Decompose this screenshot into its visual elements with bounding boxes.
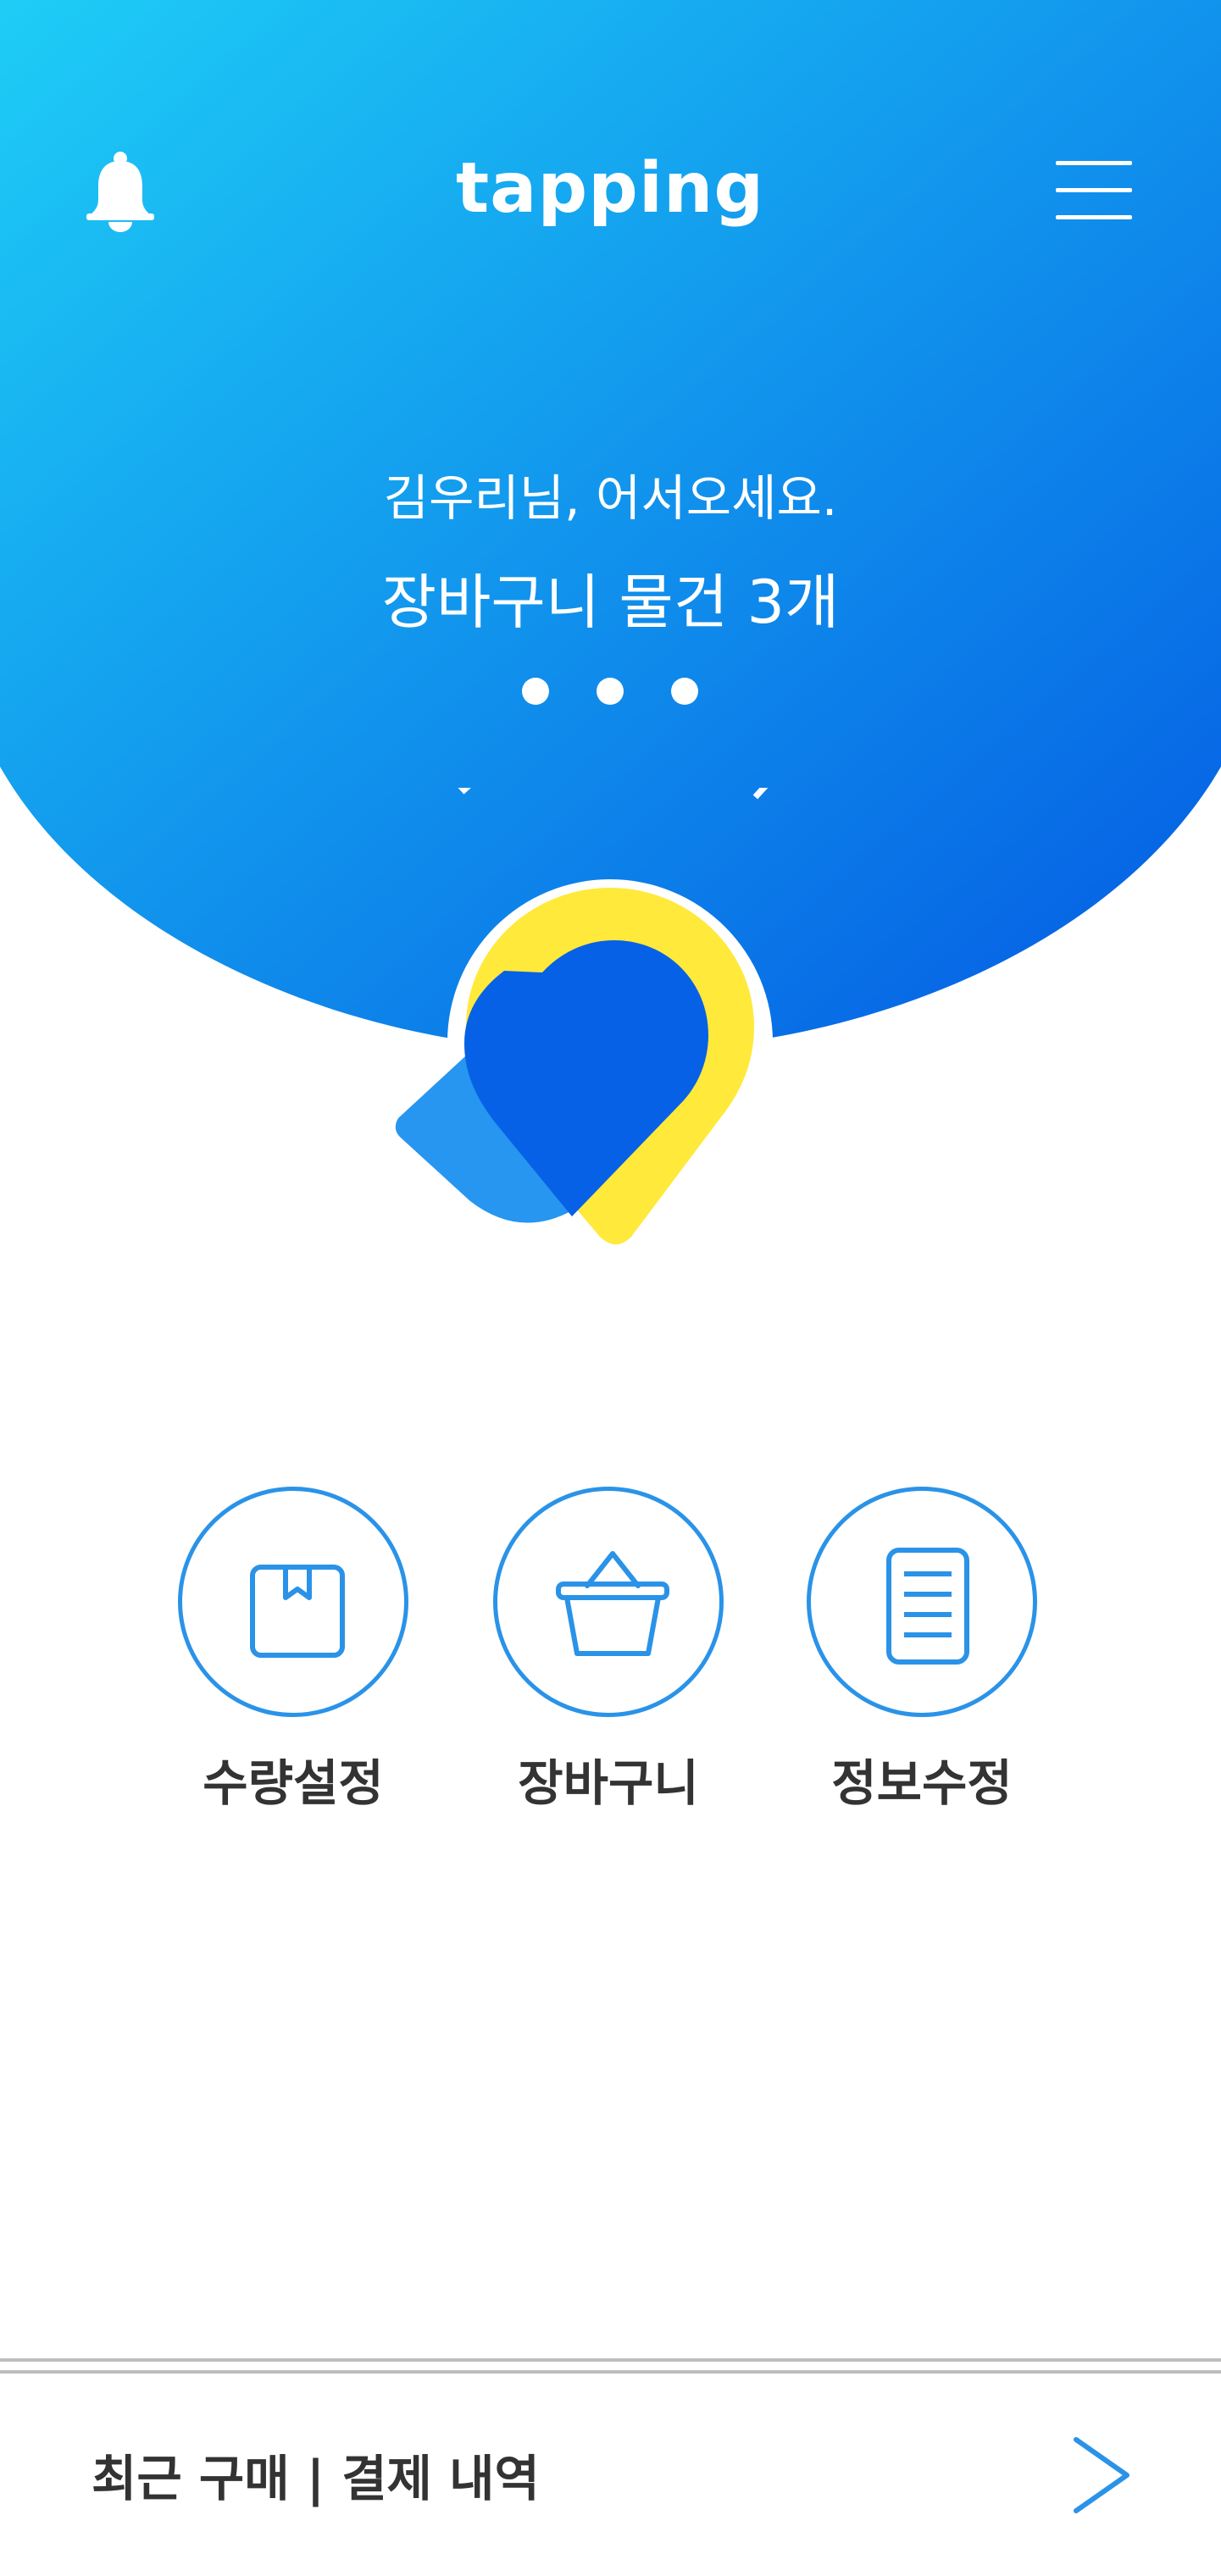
menu-circle (178, 1487, 408, 1717)
basket-icon (556, 1551, 669, 1656)
buy-now-label: 바로 구매하기 (432, 788, 801, 812)
chevron-right-icon (1074, 2437, 1129, 2513)
notification-bell-button[interactable] (83, 151, 158, 232)
menu-circle (493, 1487, 724, 1717)
carousel-dot[interactable] (671, 678, 698, 705)
purchase-history-label: 최근 구매 | 결제 내역 (92, 2450, 540, 2507)
carousel-indicator (519, 678, 705, 706)
hamburger-line (1056, 215, 1132, 219)
footer-divider (0, 2358, 1221, 2362)
shopping-cart-button[interactable]: 장바구니 (493, 1487, 730, 1834)
bell-icon (86, 152, 154, 232)
purchase-history-link[interactable]: 최근 구매 | 결제 내역 (0, 2380, 1221, 2576)
greeting-text: 김우리님, 어서오세요. (383, 469, 838, 527)
hamburger-menu-icon (1056, 161, 1132, 165)
carousel-dot[interactable] (597, 678, 624, 705)
menu-circle (807, 1487, 1037, 1717)
edit-info-button[interactable]: 정보수정 (807, 1487, 1044, 1834)
buy-now-button[interactable]: 바로 구매하기 (373, 788, 847, 1262)
quantity-settings-button[interactable]: 수량설정 (178, 1487, 415, 1834)
app-logo: tapping (455, 148, 765, 229)
quantity-settings-label: 수량설정 (203, 1754, 384, 1812)
hamburger-line (1056, 188, 1132, 192)
document-icon (886, 1548, 969, 1665)
footer-divider (0, 2370, 1221, 2374)
edit-info-label: 정보수정 (831, 1754, 1013, 1812)
box-icon (250, 1565, 345, 1658)
carousel-dot[interactable] (522, 678, 549, 705)
hamburger-menu-button[interactable] (1056, 158, 1132, 222)
shopping-cart-label: 장바구니 (518, 1754, 699, 1812)
cart-summary-text: 장바구니 물건 3개 (381, 568, 840, 637)
